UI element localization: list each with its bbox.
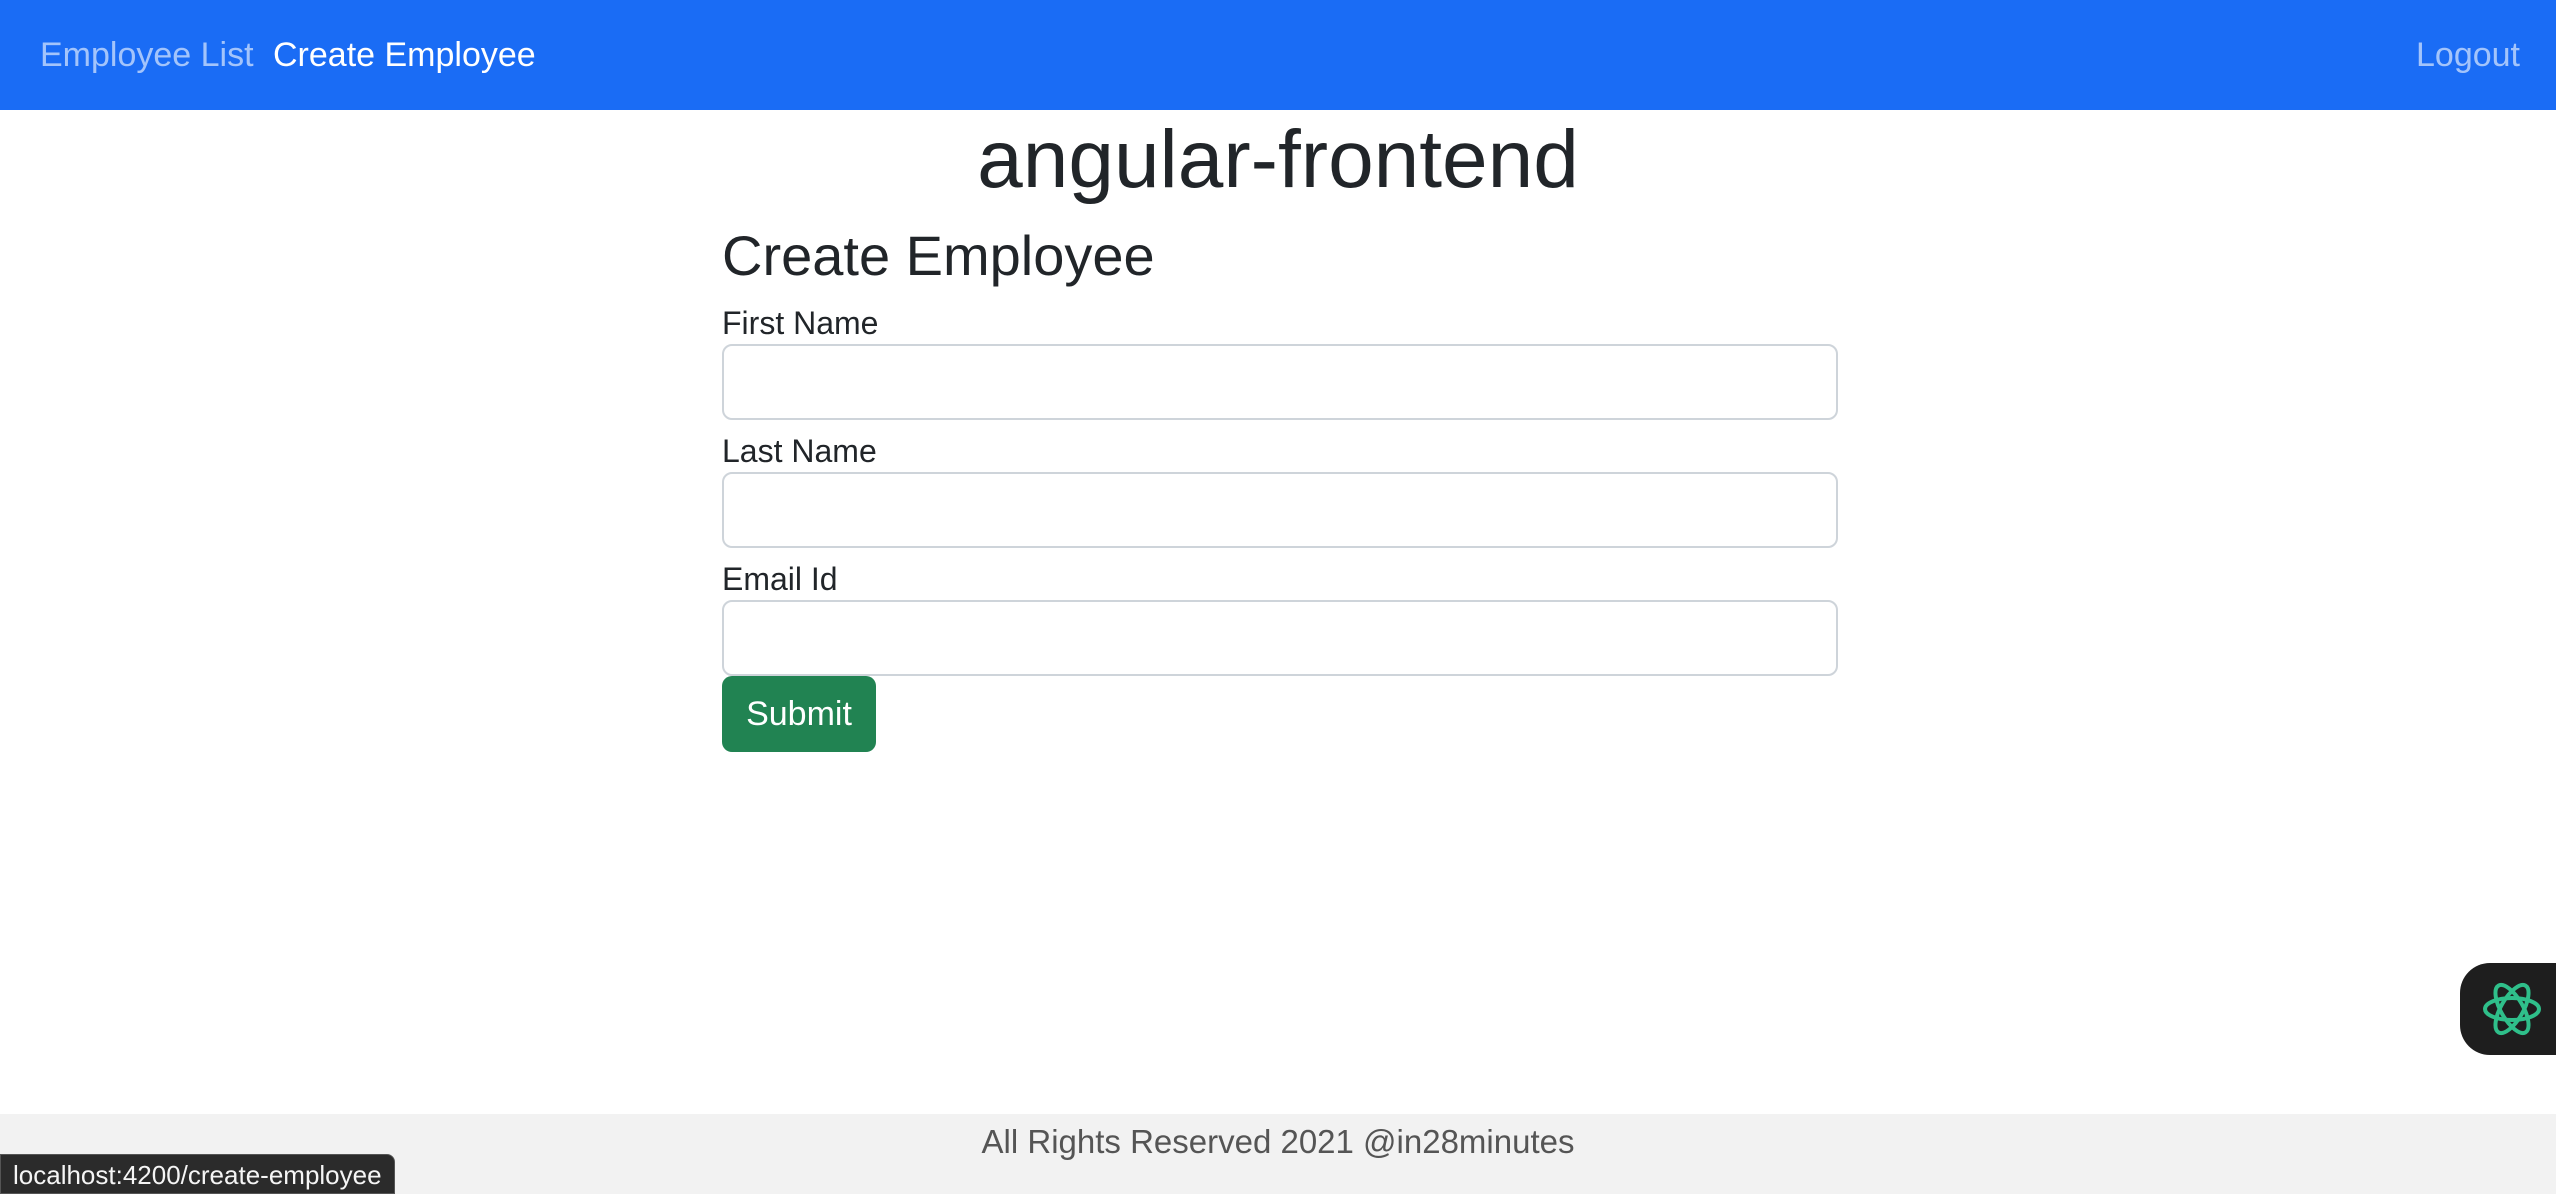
- first-name-input[interactable]: [722, 344, 1838, 420]
- status-bar-url: localhost:4200/create-employee: [0, 1154, 395, 1194]
- nav-link-create-employee[interactable]: Create Employee: [273, 32, 536, 78]
- email-id-input[interactable]: [722, 600, 1838, 676]
- first-name-label: First Name: [722, 305, 879, 341]
- app-title: angular-frontend: [977, 114, 1579, 205]
- assistant-widget[interactable]: [2460, 963, 2556, 1055]
- logout-link[interactable]: Logout: [2416, 32, 2520, 78]
- submit-button[interactable]: Submit: [722, 676, 876, 752]
- last-name-input[interactable]: [722, 472, 1838, 548]
- last-name-label: Last Name: [722, 433, 877, 469]
- email-id-label: Email Id: [722, 561, 838, 597]
- top-navbar: Employee List Create Employee Logout: [0, 0, 2556, 110]
- create-employee-form: Create Employee First Name Last Name Ema…: [722, 218, 1838, 752]
- nav-link-employee-list[interactable]: Employee List: [40, 32, 254, 78]
- form-title: Create Employee: [722, 224, 1155, 287]
- ai-assistant-icon: [2483, 982, 2541, 1036]
